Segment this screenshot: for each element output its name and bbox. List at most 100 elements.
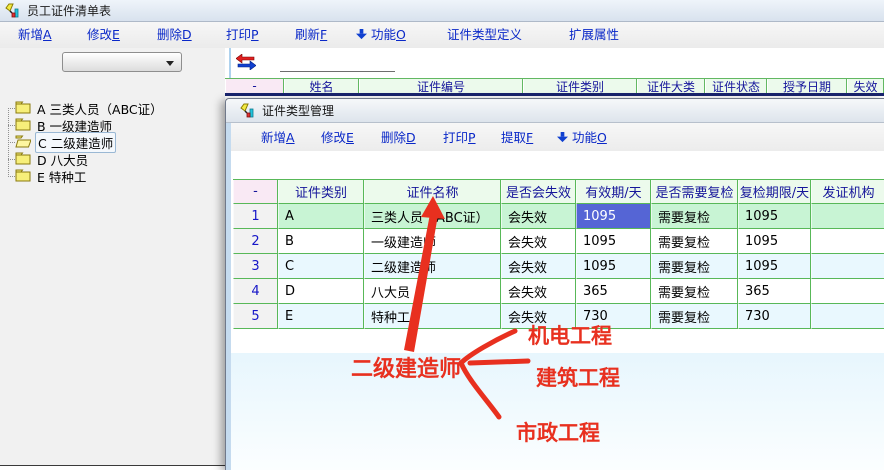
swap-columns-icon[interactable]	[236, 54, 256, 70]
cell-will-expire[interactable]: 会失效	[501, 254, 576, 279]
chevron-down-icon	[166, 61, 174, 66]
cell-cert-category[interactable]: C	[278, 254, 364, 279]
main-window-titlebar[interactable]: 员工证件清单表	[0, 0, 884, 22]
form-icon	[5, 3, 21, 19]
cell-issuing-authority[interactable]	[811, 279, 884, 304]
main-col-name[interactable]: 姓名	[284, 79, 359, 93]
cell-recheck-days[interactable]: 365	[738, 279, 811, 304]
tree-item-d[interactable]: D 八大员	[8, 151, 90, 168]
main-edit-button[interactable]: 修改E	[87, 26, 120, 44]
folder-icon	[15, 167, 31, 186]
col-indicator[interactable]: -	[233, 180, 278, 204]
cell-will-expire[interactable]: 会失效	[501, 229, 576, 254]
table-row[interactable]: 4 D 八大员 会失效 365 需要复检 365	[233, 279, 884, 304]
cell-cert-category[interactable]: D	[278, 279, 364, 304]
col-will-expire[interactable]: 是否会失效	[501, 180, 576, 204]
certificate-filter-dropdown[interactable]	[62, 52, 182, 72]
col-cert-category[interactable]: 证件类别	[278, 180, 364, 204]
search-input[interactable]	[280, 58, 395, 72]
cert-type-table-header: - 证件类别 证件名称 是否会失效 有效期/天 是否需要复检 复检期限/天 发证…	[233, 180, 884, 204]
cell-cert-name[interactable]: 二级建造师	[364, 254, 501, 279]
main-function-menu[interactable]: 功能O	[356, 26, 406, 44]
extended-props-button[interactable]: 扩展属性	[569, 26, 619, 44]
cell-issuing-authority[interactable]	[811, 304, 884, 329]
col-issuing-authority[interactable]: 发证机构	[811, 180, 884, 204]
cell-valid-days[interactable]: 1095	[576, 229, 651, 254]
main-delete-button[interactable]: 删除D	[157, 26, 192, 44]
cell-will-expire[interactable]: 会失效	[501, 279, 576, 304]
child-toolbar: 新增A 修改E 删除D 打印P 提取F 功能O	[231, 123, 884, 151]
selected-cell[interactable]: 1095	[576, 204, 651, 229]
col-need-recheck[interactable]: 是否需要复检	[651, 180, 738, 204]
child-print-button[interactable]: 打印P	[443, 129, 476, 147]
row-number[interactable]: 3	[233, 254, 278, 279]
cell-issuing-authority[interactable]	[811, 229, 884, 254]
annotation-branch-construction: 建筑工程	[536, 362, 620, 392]
cell-cert-category[interactable]: E	[278, 304, 364, 329]
child-extract-button[interactable]: 提取F	[501, 129, 533, 147]
main-table-header: - 姓名 证件编号 证件类别 证件大类 证件状态 授予日期 失效	[225, 78, 884, 96]
col-valid-days[interactable]: 有效期/天	[576, 180, 651, 204]
main-toolbar: 新增A 修改E 删除D 打印P 刷新F 功能O 证件类型定义 扩展属性	[0, 22, 884, 48]
cell-issuing-authority[interactable]	[811, 254, 884, 279]
cell-need-recheck[interactable]: 需要复检	[651, 279, 738, 304]
main-new-button[interactable]: 新增A	[18, 26, 52, 44]
cell-recheck-days[interactable]: 730	[738, 304, 811, 329]
annotation-branch-municipal: 市政工程	[516, 417, 600, 447]
cell-will-expire[interactable]: 会失效	[501, 204, 576, 229]
child-window-titlebar[interactable]: 证件类型管理	[226, 99, 884, 123]
child-edit-button[interactable]: 修改E	[321, 129, 354, 147]
cell-cert-name[interactable]: 三类人员（ABC证）	[364, 204, 501, 229]
main-col-cert-type[interactable]: 证件类别	[523, 79, 637, 93]
annotation-branch-mechanical: 机电工程	[528, 320, 612, 350]
row-number[interactable]: 4	[233, 279, 278, 304]
child-window-title: 证件类型管理	[262, 102, 334, 119]
cell-issuing-authority[interactable]	[811, 204, 884, 229]
cell-cert-category[interactable]: A	[278, 204, 364, 229]
cert-type-table: - 证件类别 证件名称 是否会失效 有效期/天 是否需要复检 复检期限/天 发证…	[233, 179, 884, 329]
table-row[interactable]: 2 B 一级建造师 会失效 1095 需要复检 1095	[233, 229, 884, 254]
tree-item-a[interactable]: A 三类人员（ABC证）	[8, 100, 165, 117]
cell-need-recheck[interactable]: 需要复检	[651, 204, 738, 229]
main-col-cert-state[interactable]: 证件状态	[705, 79, 767, 93]
col-cert-name[interactable]: 证件名称	[364, 180, 501, 204]
row-number[interactable]: 5	[233, 304, 278, 329]
main-refresh-button[interactable]: 刷新F	[295, 26, 327, 44]
form-icon	[240, 103, 256, 119]
cell-valid-days[interactable]: 365	[576, 279, 651, 304]
cell-cert-name[interactable]: 八大员	[364, 279, 501, 304]
table-row[interactable]: 1 A 三类人员（ABC证） 会失效 1095 需要复检 1095	[233, 204, 884, 229]
child-function-menu[interactable]: 功能O	[557, 129, 607, 147]
main-col-expire[interactable]: 失效	[847, 79, 884, 93]
main-col-grant-date[interactable]: 授予日期	[767, 79, 847, 93]
cert-type-define-button[interactable]: 证件类型定义	[447, 26, 522, 44]
row-number[interactable]: 1	[233, 204, 278, 229]
cell-cert-name[interactable]: 一级建造师	[364, 229, 501, 254]
col-recheck-days[interactable]: 复检期限/天	[738, 180, 811, 204]
main-window-title: 员工证件清单表	[27, 2, 111, 19]
down-arrow-icon	[557, 130, 568, 148]
main-col-cert-class[interactable]: 证件大类	[637, 79, 705, 93]
main-col-indicator[interactable]: -	[225, 79, 284, 93]
main-col-cert-no[interactable]: 证件编号	[359, 79, 523, 93]
cell-need-recheck[interactable]: 需要复检	[651, 229, 738, 254]
app-screen: 员工证件清单表 新增A 修改E 删除D 打印P 刷新F 功能O 证件类型定义 扩…	[0, 0, 884, 470]
tree-item-c[interactable]: C 二级建造师	[8, 134, 116, 151]
main-print-button[interactable]: 打印P	[226, 26, 259, 44]
cell-need-recheck[interactable]: 需要复检	[651, 304, 738, 329]
child-new-button[interactable]: 新增A	[261, 129, 295, 147]
cell-recheck-days[interactable]: 1095	[738, 204, 811, 229]
cell-cert-name[interactable]: 特种工	[364, 304, 501, 329]
child-window-cert-type-mgmt: 证件类型管理 新增A 修改E 删除D 打印P 提取F 功能O - 证件类别	[225, 98, 884, 470]
tree-item-e[interactable]: E 特种工	[8, 168, 88, 185]
cell-recheck-days[interactable]: 1095	[738, 254, 811, 279]
cell-valid-days[interactable]: 1095	[576, 254, 651, 279]
row-number[interactable]: 2	[233, 229, 278, 254]
down-arrow-icon	[356, 27, 367, 45]
annotation-label: 二级建造师	[351, 351, 461, 383]
table-row[interactable]: 3 C 二级建造师 会失效 1095 需要复检 1095	[233, 254, 884, 279]
child-delete-button[interactable]: 删除D	[381, 129, 416, 147]
cell-cert-category[interactable]: B	[278, 229, 364, 254]
cell-need-recheck[interactable]: 需要复检	[651, 254, 738, 279]
cell-recheck-days[interactable]: 1095	[738, 229, 811, 254]
